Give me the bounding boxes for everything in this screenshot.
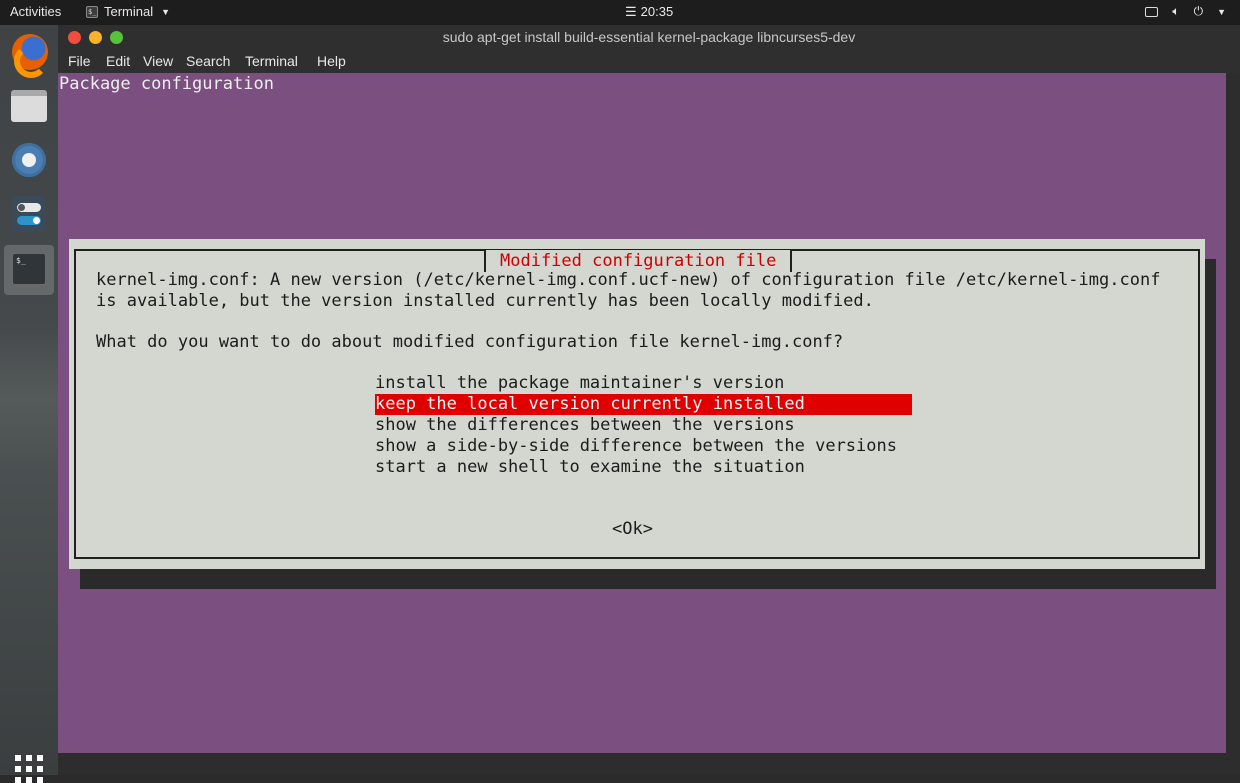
dock-item-terminal[interactable]: $_ xyxy=(4,245,54,295)
chevron-down-icon: ▼ xyxy=(161,6,171,17)
window-bottom-edge xyxy=(58,753,1240,775)
menu-help[interactable]: Help xyxy=(317,53,346,69)
title-bar[interactable]: sudo apt-get install build-essential ker… xyxy=(58,25,1240,50)
terminal-icon: $_ xyxy=(86,5,98,18)
volume-icon: 🔈︎ xyxy=(1172,4,1180,18)
ok-button[interactable]: <Ok> xyxy=(612,519,653,539)
menu-terminal[interactable]: Terminal xyxy=(245,53,298,69)
dialog-frame: Modified configuration file kernel-img.c… xyxy=(74,249,1200,559)
option-install-maintainer-version[interactable]: install the package maintainer's version xyxy=(375,373,788,394)
power-icon: ⏻ xyxy=(1193,4,1204,18)
clock-time: 20:35 xyxy=(640,4,674,19)
system-tray[interactable]: 🔈︎ ⏻ ▼ xyxy=(1145,4,1226,19)
app-menu[interactable]: $_ Terminal ▼ xyxy=(86,4,170,19)
dialog-title-box: Modified configuration file xyxy=(484,250,793,272)
terminal-content[interactable]: Package configuration Modified configura… xyxy=(58,73,1226,753)
menu-file[interactable]: File xyxy=(68,53,91,69)
dialog-message-line-1: kernel-img.conf: A new version (/etc/ker… xyxy=(96,270,1161,290)
tweaks-icon xyxy=(12,196,46,232)
window-title: sudo apt-get install build-essential ker… xyxy=(442,29,856,45)
dialog-message-line-2: is available, but the version installed … xyxy=(96,291,874,311)
dock-item-settings[interactable] xyxy=(4,136,54,186)
top-bar: Activities $_ Terminal ▼ ☰ 20:35 🔈︎ ⏻ ▼ xyxy=(0,0,1240,25)
option-keep-local-version[interactable]: keep the local version currently install… xyxy=(375,394,912,415)
app-menu-label: Terminal xyxy=(104,4,154,19)
screen-icon xyxy=(1145,6,1159,17)
dock-item-firefox[interactable] xyxy=(4,28,54,78)
terminal-icon: $_ xyxy=(12,253,46,285)
dock-item-files[interactable] xyxy=(4,82,54,132)
menu-view[interactable]: View xyxy=(143,53,173,69)
package-configuration-header: Package configuration xyxy=(59,74,274,94)
menu-bar: File Edit View Search Terminal Help xyxy=(58,50,1240,73)
dialog-question: What do you want to do about modified co… xyxy=(96,332,844,352)
menu-edit[interactable]: Edit xyxy=(106,53,130,69)
terminal-window: sudo apt-get install build-essential ker… xyxy=(58,25,1240,775)
clock[interactable]: ☰ 20:35 xyxy=(625,4,673,20)
dialog-title: Modified configuration file xyxy=(500,251,777,271)
menu-search[interactable]: Search xyxy=(186,53,230,69)
activities-button[interactable]: Activities xyxy=(10,4,61,19)
files-icon xyxy=(11,90,47,122)
scrollbar[interactable] xyxy=(1226,73,1240,753)
chevron-down-icon: ▼ xyxy=(1217,6,1226,17)
settings-icon xyxy=(12,143,46,177)
firefox-icon xyxy=(12,34,48,78)
dock-item-tweaks[interactable] xyxy=(4,190,54,240)
option-side-by-side-difference[interactable]: show a side-by-side difference between t… xyxy=(375,436,901,457)
option-start-new-shell[interactable]: start a new shell to examine the situati… xyxy=(375,457,809,478)
option-show-differences[interactable]: show the differences between the version… xyxy=(375,415,799,436)
show-applications-icon[interactable] xyxy=(15,755,43,783)
notification-icon: ☰ xyxy=(625,4,637,19)
config-dialog: Modified configuration file kernel-img.c… xyxy=(69,239,1205,569)
dock: $_ xyxy=(0,25,58,783)
